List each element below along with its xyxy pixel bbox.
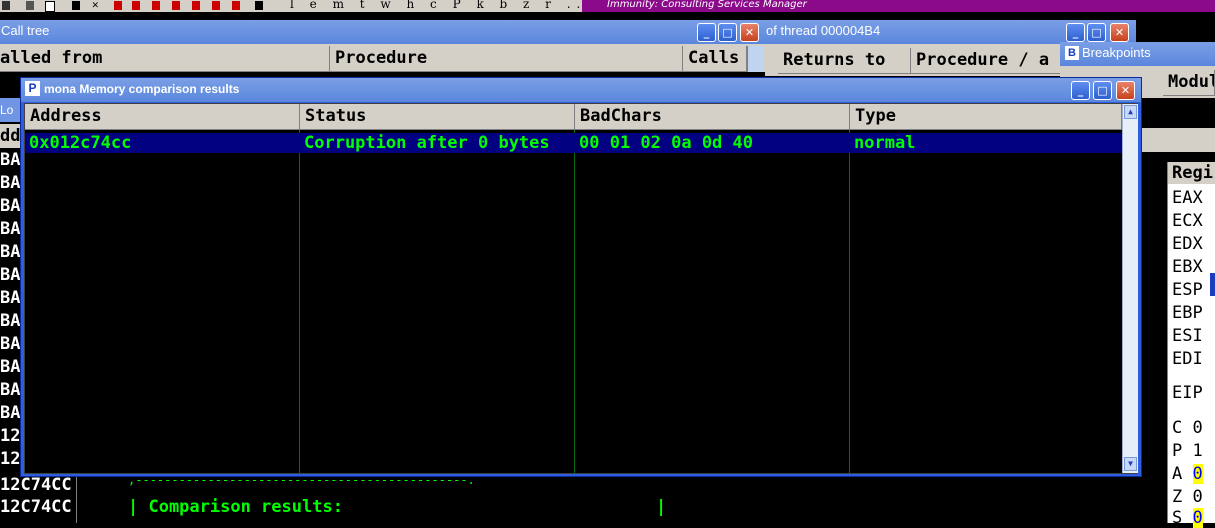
column-calls[interactable]: Calls bbox=[683, 46, 747, 72]
close-icon[interactable]: ✕ bbox=[92, 0, 100, 10]
column-divider bbox=[849, 130, 850, 473]
register-eax[interactable]: EAX bbox=[1172, 188, 1203, 208]
flag-name: Z bbox=[1172, 487, 1183, 507]
toolbar-icon[interactable] bbox=[45, 1, 55, 12]
log-address-column: 12C74CC 12C74CC bbox=[0, 475, 76, 523]
log-title: Lo bbox=[0, 103, 14, 117]
column-type[interactable]: Type bbox=[850, 104, 1122, 130]
maximize-button[interactable]: □ bbox=[718, 23, 737, 42]
column-procedure[interactable]: Procedure bbox=[330, 46, 683, 72]
toolbar-icon[interactable] bbox=[26, 1, 34, 10]
column-address-left[interactable]: dd bbox=[0, 124, 20, 148]
register-esp[interactable]: ESP bbox=[1172, 280, 1203, 300]
flag-value: 0 bbox=[1192, 418, 1203, 438]
execute-till-return-icon[interactable] bbox=[232, 1, 240, 10]
log-bottom-area: 12C74CC 12C74CC ,-----------------------… bbox=[0, 473, 1165, 523]
register-ebx[interactable]: EBX bbox=[1172, 257, 1203, 277]
log-window-titlebar[interactable]: Lo bbox=[0, 98, 20, 122]
cell-type: normal bbox=[854, 133, 916, 153]
cpu-window-strip bbox=[1142, 128, 1215, 152]
close-button[interactable]: ✕ bbox=[740, 23, 759, 42]
results-table: Address Status BadChars Type 0x012c74cc … bbox=[24, 103, 1138, 474]
minimize-button[interactable]: _ bbox=[1071, 81, 1090, 100]
step-into-icon[interactable] bbox=[152, 1, 160, 10]
comparison-box-right: | bbox=[656, 497, 667, 517]
flag-a[interactable]: A 0 bbox=[1172, 464, 1203, 484]
column-divider bbox=[299, 130, 300, 473]
run-icon[interactable] bbox=[114, 1, 122, 10]
call-tree-window: Call tree _ □ ✕ alled from Procedure Cal… bbox=[0, 20, 766, 72]
flag-c[interactable]: C 0 bbox=[1172, 418, 1203, 438]
log-address: 12C74CC bbox=[0, 497, 72, 517]
breakpoints-title: Breakpoints bbox=[1082, 45, 1151, 60]
flag-p[interactable]: P 1 bbox=[1172, 441, 1203, 461]
column-address[interactable]: Address bbox=[25, 104, 300, 130]
register-edi[interactable]: EDI bbox=[1172, 349, 1203, 369]
mona-results-window: Pmona Memory comparison results _ □ ✕ Ad… bbox=[20, 77, 1142, 477]
close-button[interactable]: ✕ bbox=[1110, 23, 1129, 42]
mona-title: mona Memory comparison results bbox=[44, 82, 240, 96]
column-module[interactable]: Modul bbox=[1163, 70, 1215, 96]
step-over-icon[interactable] bbox=[172, 1, 180, 10]
register-edx[interactable]: EDX bbox=[1172, 234, 1203, 254]
pause-icon[interactable] bbox=[132, 1, 140, 10]
cell-badchars: 00 01 02 0a 0d 40 bbox=[579, 133, 753, 153]
register-ebp[interactable]: EBP bbox=[1172, 303, 1203, 323]
goto-icon[interactable] bbox=[255, 1, 263, 10]
scroll-down-icon[interactable]: ▼ bbox=[1124, 457, 1137, 471]
cell-address: 0x012c74cc bbox=[29, 133, 132, 153]
results-scrollbar[interactable]: ▲ ▼ bbox=[1122, 104, 1138, 473]
flag-value: 1 bbox=[1192, 441, 1203, 461]
register-highlight bbox=[1210, 273, 1215, 296]
flag-name: A bbox=[1172, 464, 1183, 484]
call-tree-scrollbar[interactable] bbox=[747, 46, 764, 72]
debugger-toolbar: ✕ l e m t w h c P k b z r ... s ? Immuni… bbox=[0, 0, 1215, 12]
address-label: dd bbox=[0, 126, 21, 146]
column-badchars[interactable]: BadChars bbox=[575, 104, 850, 130]
flag-z[interactable]: Z 0 bbox=[1172, 487, 1203, 507]
log-address: 12C74CC bbox=[0, 475, 72, 495]
column-status[interactable]: Status bbox=[300, 104, 575, 130]
trace-into-icon[interactable] bbox=[192, 1, 200, 10]
register-ecx[interactable]: ECX bbox=[1172, 211, 1203, 231]
flag-value: 0 bbox=[1192, 487, 1203, 507]
log-entries-strip: BAI BAI BAI BAI BAI BAI BAI BAI BAI BAI … bbox=[0, 150, 31, 480]
maximize-button[interactable]: □ bbox=[1087, 23, 1106, 42]
minimize-button[interactable]: _ bbox=[1066, 23, 1085, 42]
column-called-from[interactable]: alled from bbox=[0, 46, 330, 72]
flag-name: P bbox=[1172, 441, 1183, 461]
mona-icon: P bbox=[25, 81, 40, 96]
rewind-icon[interactable] bbox=[72, 1, 80, 10]
flag-name: S bbox=[1172, 508, 1183, 528]
scroll-up-icon[interactable]: ▲ bbox=[1124, 105, 1137, 119]
column-divider bbox=[76, 477, 77, 523]
breakpoints-titlebar[interactable]: B Breakpoints bbox=[1060, 42, 1215, 66]
cell-status: Corruption after 0 bytes bbox=[304, 133, 550, 153]
column-returns-to[interactable]: Returns to bbox=[778, 48, 911, 74]
flag-s[interactable]: S 0 bbox=[1172, 508, 1203, 528]
close-button[interactable]: ✕ bbox=[1116, 81, 1135, 100]
column-divider bbox=[574, 130, 575, 473]
call-tree-title: Call tree bbox=[1, 23, 50, 38]
call-tree-titlebar[interactable]: Call tree bbox=[0, 20, 766, 44]
comparison-results-line: | Comparison results: bbox=[128, 497, 343, 517]
brand-banner: Immunity: Consulting Services Manager bbox=[582, 0, 1215, 12]
flag-value: 0 bbox=[1192, 508, 1203, 528]
table-row[interactable]: 0x012c74cc Corruption after 0 bytes 00 0… bbox=[25, 133, 1122, 153]
register-esi[interactable]: ESI bbox=[1172, 326, 1203, 346]
minimize-button[interactable]: _ bbox=[697, 23, 716, 42]
flag-name: C bbox=[1172, 418, 1183, 438]
toolbar-icon[interactable] bbox=[2, 1, 10, 10]
registers-pane: Regi EAX ECX EDX EBX ESP EBP ESI EDI EIP… bbox=[1167, 162, 1215, 528]
registers-header[interactable]: Regi bbox=[1168, 162, 1215, 184]
trace-over-icon[interactable] bbox=[212, 1, 220, 10]
breakpoints-icon: B bbox=[1065, 46, 1079, 60]
flag-value: 0 bbox=[1192, 464, 1203, 484]
maximize-button[interactable]: □ bbox=[1093, 81, 1112, 100]
register-eip[interactable]: EIP bbox=[1172, 383, 1203, 403]
mona-titlebar[interactable]: Pmona Memory comparison results bbox=[21, 78, 1141, 102]
thread-title: of thread 000004B4 bbox=[766, 23, 881, 38]
